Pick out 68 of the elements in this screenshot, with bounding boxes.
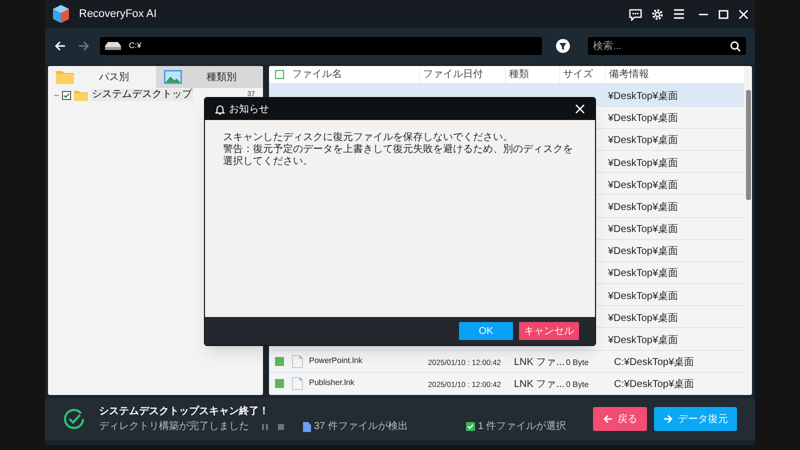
file-icon xyxy=(292,354,303,368)
arrow-icon xyxy=(663,414,673,424)
file-type: LNK ファ... xyxy=(514,357,565,368)
search-field[interactable]: 検索... xyxy=(588,37,746,55)
file-type: LNK ファ... xyxy=(514,379,565,390)
file-remark: ¥DeskTop¥桌面 xyxy=(608,335,678,346)
checkbox[interactable] xyxy=(275,356,284,366)
status-message: ディレクトリ構築が完了しました xyxy=(99,420,249,432)
file-remark: ¥DeskTop¥桌面 xyxy=(608,246,678,258)
folder-icon xyxy=(56,70,74,84)
back-arrow-icon[interactable] xyxy=(54,40,66,52)
file-icon xyxy=(292,376,303,390)
dialog-message: スキャンしたディスクに復元ファイルを保存しないでください。 xyxy=(223,132,514,144)
file-remark: ¥DeskTop¥桌面 xyxy=(608,180,678,191)
file-remark: ¥DeskTop¥桌面 xyxy=(608,224,678,236)
selected-count: 1 件ファイルが選択 xyxy=(478,420,566,432)
bell-icon xyxy=(215,104,225,114)
tab[interactable]: 種類別 xyxy=(156,66,263,88)
folder-icon xyxy=(74,90,88,100)
document-icon xyxy=(303,422,311,432)
arrow-icon xyxy=(602,414,612,424)
checkbox[interactable] xyxy=(275,70,284,80)
file-remark: C:¥DeskTop¥桌面 xyxy=(614,357,694,368)
maximize-icon[interactable] xyxy=(718,8,729,20)
menu-icon[interactable] xyxy=(673,8,685,20)
pause-icon[interactable] xyxy=(261,422,269,430)
close-icon[interactable] xyxy=(738,8,749,20)
forward-arrow-icon[interactable] xyxy=(78,40,90,52)
tree-item[interactable]: システムデスクトップ xyxy=(91,89,193,101)
dialog-title: お知らせ xyxy=(229,102,269,116)
app-title: RecoveryFox AI xyxy=(79,6,157,22)
file-remark: ¥DeskTop¥桌面 xyxy=(608,113,678,124)
file-remark: ¥DeskTop¥桌面 xyxy=(608,158,678,169)
column-header[interactable]: ファイル名 xyxy=(292,67,342,82)
image-icon xyxy=(164,70,182,84)
file-remark: ¥DeskTop¥桌面 xyxy=(608,202,678,213)
stop-icon[interactable] xyxy=(277,422,285,430)
file-remark: ¥DeskTop¥桌面 xyxy=(608,268,678,280)
file-size: 0 Byte xyxy=(566,380,589,390)
column-header[interactable]: ファイル日付 xyxy=(423,67,483,82)
cancel-button[interactable]: キャンセル xyxy=(519,322,579,340)
checkbox[interactable] xyxy=(62,90,71,100)
file-name: Publisher.lnk xyxy=(309,377,354,390)
checkbox[interactable] xyxy=(275,378,284,388)
found-count: 37 件ファイルが検出 xyxy=(314,420,408,432)
file-remark: ¥DeskTop¥桌面 xyxy=(608,90,678,102)
path-field[interactable]: C:¥ xyxy=(100,37,542,55)
search-icon[interactable] xyxy=(730,40,741,52)
check-circle-icon xyxy=(63,408,85,430)
close-icon[interactable] xyxy=(575,104,585,114)
filter-icon[interactable] xyxy=(556,39,570,53)
settings-icon[interactable] xyxy=(651,8,664,20)
file-remark: ¥DeskTop¥桌面 xyxy=(608,135,678,146)
file-remark: ¥DeskTop¥桌面 xyxy=(608,290,678,302)
drive-icon xyxy=(104,42,121,50)
chat-icon[interactable] xyxy=(629,8,642,20)
column-header[interactable]: 種類 xyxy=(509,67,529,82)
checkbox-icon xyxy=(466,422,475,431)
file-name: PowerPoint.lnk xyxy=(309,355,362,368)
logo-icon xyxy=(51,4,71,24)
dialog-message: 警告：復元予定のデータを上書きして復元失敗を避けるため、別のディスクを選択してください。 xyxy=(223,144,574,168)
file-remark: ¥DeskTop¥桌面 xyxy=(608,312,678,324)
status-title: システムデスクトップスキャン終了！ xyxy=(99,406,270,418)
file-size: 0 Byte xyxy=(566,358,589,368)
column-header[interactable]: 備考情報 xyxy=(609,67,649,82)
column-header[interactable]: サイズ xyxy=(563,67,593,82)
file-remark: C:¥DeskTop¥桌面 xyxy=(614,379,694,390)
scrollbar-thumb[interactable] xyxy=(746,90,750,200)
